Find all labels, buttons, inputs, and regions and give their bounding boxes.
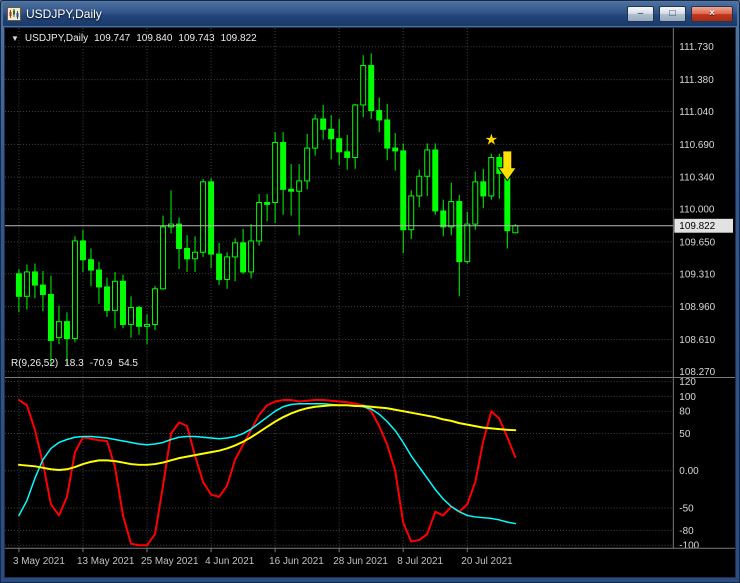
svg-text:100: 100 [679, 392, 696, 403]
svg-text:28 Jun 2021: 28 Jun 2021 [333, 556, 388, 567]
svg-text:109.650: 109.650 [679, 237, 715, 248]
svg-text:3 May 2021: 3 May 2021 [13, 556, 65, 567]
svg-text:50: 50 [679, 429, 691, 440]
minimize-button[interactable]: – [627, 6, 654, 22]
svg-text:111.730: 111.730 [679, 42, 714, 53]
medium-line [18, 403, 517, 525]
fast-line [17, 399, 517, 547]
svg-text:109.310: 109.310 [679, 269, 715, 280]
svg-text:111.380: 111.380 [679, 75, 714, 86]
chart-client-area: 111.730 111.380 111.040 110.690 110.340 110.0… [4, 27, 736, 578]
svg-text:108.610: 108.610 [679, 335, 715, 346]
maximize-button[interactable]: □ [659, 6, 686, 22]
svg-text:110.690: 110.690 [679, 140, 715, 151]
close-button[interactable]: × [691, 6, 733, 22]
svg-text:20 Jul 2021: 20 Jul 2021 [461, 556, 513, 567]
svg-text:4 Jun 2021: 4 Jun 2021 [205, 556, 255, 567]
svg-text:8 Jul 2021: 8 Jul 2021 [397, 556, 443, 567]
svg-text:109.822: 109.822 [679, 221, 715, 232]
svg-text:108.960: 108.960 [679, 302, 715, 313]
svg-text:110.000: 110.000 [679, 205, 715, 216]
chart-window: USDJPY,Daily – □ × 111.730 111.380 111.040… [0, 0, 740, 583]
svg-text:111.040: 111.040 [679, 107, 714, 118]
svg-text:13 May 2021: 13 May 2021 [77, 556, 135, 567]
svg-text:120: 120 [679, 377, 696, 388]
svg-text:-50: -50 [679, 503, 694, 514]
svg-text:110.340: 110.340 [679, 173, 715, 184]
svg-text:25 May 2021: 25 May 2021 [141, 556, 199, 567]
svg-text:80: 80 [679, 407, 691, 418]
chart-canvas[interactable]: 111.730 111.380 111.040 110.690 110.340 110.0… [5, 28, 735, 577]
slow-line [17, 404, 517, 472]
chart-icon [7, 7, 21, 21]
star-object: ★ [485, 133, 498, 149]
svg-text:-100: -100 [679, 541, 699, 552]
svg-text:0.00: 0.00 [679, 466, 699, 477]
svg-text:16 Jun 2021: 16 Jun 2021 [269, 556, 324, 567]
svg-text:-80: -80 [679, 526, 694, 537]
window-title: USDJPY,Daily [26, 7, 102, 21]
title-bar[interactable]: USDJPY,Daily – □ × [3, 2, 737, 26]
